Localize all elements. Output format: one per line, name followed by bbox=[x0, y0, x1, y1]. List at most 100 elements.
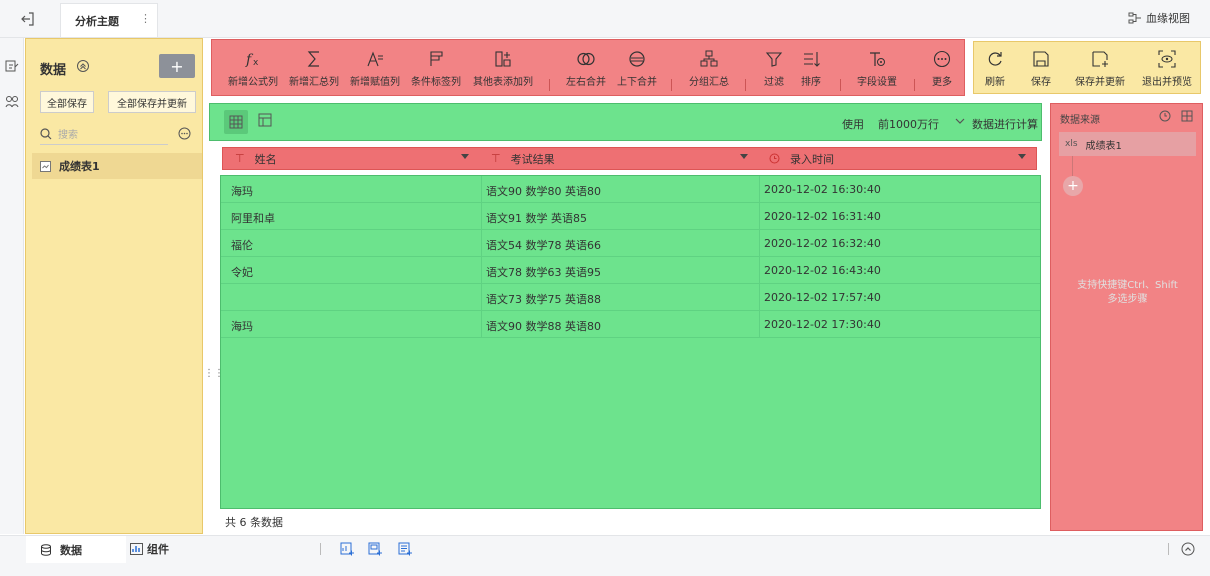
add-formula-column-button[interactable]: fx 新增公式列 bbox=[226, 40, 280, 97]
add-assign-column-button[interactable]: 新增赋值列 bbox=[347, 40, 403, 97]
column-header-time[interactable]: 录入时间 bbox=[769, 148, 1029, 169]
group-summary-button[interactable]: 分组汇总 bbox=[684, 40, 734, 97]
add-dashboard-icon[interactable] bbox=[340, 542, 354, 556]
sort-button[interactable]: 排序 bbox=[794, 40, 828, 97]
table-row[interactable]: 海玛 语文90 数学80 英语80 2020-12-02 16:30:40 bbox=[221, 176, 1040, 203]
resize-handle[interactable]: ⋮⋮ bbox=[204, 368, 224, 379]
collapse-icon[interactable] bbox=[76, 59, 90, 73]
left-rail bbox=[0, 38, 24, 534]
union-up-down-button[interactable]: 上下合并 bbox=[613, 40, 661, 97]
save-and-update-button[interactable]: 保存并更新 bbox=[1070, 42, 1130, 95]
more-circle-icon[interactable] bbox=[178, 127, 191, 140]
cell-time: 2020-12-02 16:43:40 bbox=[764, 264, 881, 277]
cell-result: 语文91 数学 英语85 bbox=[486, 212, 587, 225]
data-panel-title: 数据 bbox=[40, 63, 67, 78]
caret-down-icon[interactable] bbox=[740, 154, 748, 159]
use-label: 使用 bbox=[842, 118, 864, 131]
expand-icon[interactable] bbox=[1181, 110, 1193, 122]
column-divider bbox=[481, 176, 482, 338]
tab-component[interactable]: 组件 bbox=[130, 541, 169, 557]
row-count: 共 6 条数据 bbox=[225, 516, 283, 529]
datasource-item-label: 成绩表1 bbox=[1085, 140, 1122, 152]
field-settings-icon bbox=[870, 51, 885, 66]
join-left-right-button[interactable]: 左右合并 bbox=[562, 40, 610, 97]
layout-icon bbox=[258, 113, 272, 127]
more-options-icon[interactable]: ⋮ bbox=[140, 12, 151, 25]
cell-time: 2020-12-02 17:57:40 bbox=[764, 291, 881, 304]
bottom-bar: 数据 组件 bbox=[0, 535, 1210, 576]
union-icon bbox=[629, 50, 645, 67]
history-icon[interactable] bbox=[1159, 110, 1171, 122]
exit-and-preview-button[interactable]: 退出并预览 bbox=[1138, 42, 1196, 95]
datasource-title: 数据来源 bbox=[1060, 115, 1100, 126]
table-file-icon bbox=[40, 160, 51, 172]
table-row[interactable]: 福伦 语文54 数学78 英语66 2020-12-02 16:32:40 bbox=[221, 230, 1040, 257]
filter-button[interactable]: 过滤 bbox=[757, 40, 791, 97]
add-story-icon[interactable] bbox=[368, 542, 382, 556]
cell-time: 2020-12-02 16:30:40 bbox=[764, 183, 881, 196]
model-icon[interactable] bbox=[5, 95, 19, 109]
fx-icon: fx bbox=[245, 52, 259, 68]
shortcut-hint: 支持快捷键Ctrl、Shift 多选步骤 bbox=[1077, 280, 1178, 305]
divider bbox=[320, 543, 321, 555]
collapse-up-icon[interactable] bbox=[1181, 542, 1195, 556]
table-row[interactable]: 海玛 语文90 数学88 英语80 2020-12-02 17:30:40 bbox=[221, 311, 1040, 338]
table-row[interactable]: 阿里和卓 语文91 数学 英语85 2020-12-02 16:31:40 bbox=[221, 203, 1040, 230]
clock-icon bbox=[769, 153, 780, 164]
filter-icon bbox=[765, 51, 783, 67]
save-button[interactable]: 保存 bbox=[1024, 42, 1058, 95]
column-header-name[interactable]: ⊤ 姓名 bbox=[235, 148, 475, 169]
save-all-update-button[interactable]: 全部保存并更新 bbox=[108, 91, 196, 113]
cell-result: 语文90 数学88 英语80 bbox=[486, 320, 601, 333]
table-body: 海玛 语文90 数学80 英语80 2020-12-02 16:30:40 阿里… bbox=[220, 175, 1041, 509]
grid-icon bbox=[229, 115, 243, 129]
field-settings-button[interactable]: 字段设置 bbox=[852, 40, 902, 97]
lineage-view-button[interactable]: 血缘视图 bbox=[1128, 10, 1190, 26]
caret-down-icon[interactable] bbox=[461, 154, 469, 159]
save-all-button[interactable]: 全部保存 bbox=[40, 91, 94, 113]
calc-label: 数据进行计算 bbox=[972, 118, 1038, 131]
table-item[interactable]: 成绩表1 bbox=[32, 153, 202, 179]
exit-icon[interactable] bbox=[20, 11, 36, 27]
datasource-item[interactable]: xls 成绩表1 bbox=[1059, 132, 1196, 156]
text-type-icon: ⊤ bbox=[491, 152, 501, 165]
cell-name: 阿里和卓 bbox=[231, 212, 275, 225]
search-input[interactable]: 搜索 bbox=[40, 123, 168, 145]
table-row[interactable]: 令妃 语文78 数学63 英语95 2020-12-02 16:43:40 bbox=[221, 257, 1040, 284]
exit-preview-icon bbox=[1158, 49, 1176, 68]
data-prep-icon[interactable] bbox=[5, 59, 19, 73]
search-placeholder: 搜索 bbox=[58, 130, 78, 141]
add-step-button[interactable]: + bbox=[1063, 176, 1083, 196]
grid-view-button[interactable] bbox=[224, 110, 248, 134]
datasource-panel: 数据来源 xls 成绩表1 + 支持快捷键Ctrl、Shift 多选步骤 bbox=[1050, 103, 1203, 531]
tab-data[interactable]: 数据 bbox=[26, 536, 126, 563]
save-icon bbox=[1033, 50, 1049, 67]
more-tools-button[interactable]: 更多 bbox=[924, 40, 960, 97]
add-summary-column-button[interactable]: 新增汇总列 bbox=[286, 40, 342, 97]
condition-tag-column-button[interactable]: 条件标签列 bbox=[408, 40, 464, 97]
assign-icon bbox=[367, 50, 383, 66]
refresh-button[interactable]: 刷新 bbox=[978, 42, 1012, 95]
caret-down-icon[interactable] bbox=[1018, 154, 1026, 159]
add-column-from-table-button[interactable]: 其他表添加列 bbox=[470, 40, 536, 97]
cell-result: 语文90 数学80 英语80 bbox=[486, 185, 601, 198]
table-item-label: 成绩表1 bbox=[59, 160, 100, 173]
join-icon bbox=[577, 52, 595, 65]
cell-result: 语文78 数学63 英语95 bbox=[486, 266, 601, 279]
cell-name: 福伦 bbox=[231, 239, 253, 252]
data-panel: 数据 + 全部保存 全部保存并更新 搜索 成绩表1 bbox=[25, 38, 203, 534]
add-report-icon[interactable] bbox=[398, 542, 412, 556]
row-limit-select[interactable]: 前1000万行 bbox=[878, 116, 965, 132]
bar-chart-icon bbox=[130, 543, 143, 555]
tab-title: 分析主题 bbox=[75, 14, 119, 28]
text-type-icon: ⊤ bbox=[235, 152, 245, 165]
table-row[interactable]: 语文73 数学75 英语88 2020-12-02 17:57:40 bbox=[221, 284, 1040, 311]
top-bar: 分析主题 ⋮ 血缘视图 bbox=[0, 0, 1210, 38]
lineage-label: 血缘视图 bbox=[1146, 12, 1190, 25]
add-table-button[interactable]: + bbox=[159, 54, 195, 78]
svg-text:x: x bbox=[253, 58, 259, 68]
flag-icon bbox=[430, 50, 443, 66]
form-view-button[interactable] bbox=[258, 113, 272, 127]
column-header-result[interactable]: ⊤ 考试结果 bbox=[491, 148, 751, 169]
xls-icon: xls bbox=[1065, 139, 1078, 149]
